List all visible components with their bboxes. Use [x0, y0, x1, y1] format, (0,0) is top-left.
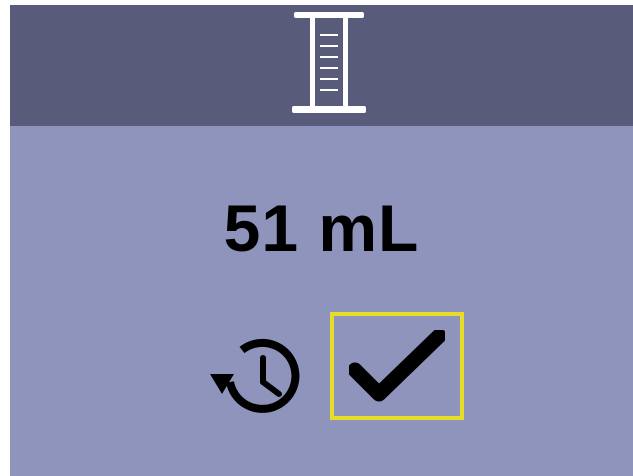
history-icon: [210, 338, 300, 413]
graduated-cylinder-icon: [292, 12, 366, 113]
history-button[interactable]: [208, 330, 308, 420]
confirm-button[interactable]: [330, 312, 464, 420]
device-screen: 51 mL: [10, 5, 633, 476]
checkmark-icon: [349, 330, 445, 402]
measurement-value: 51 mL: [223, 191, 420, 265]
header-bar: [10, 5, 633, 126]
